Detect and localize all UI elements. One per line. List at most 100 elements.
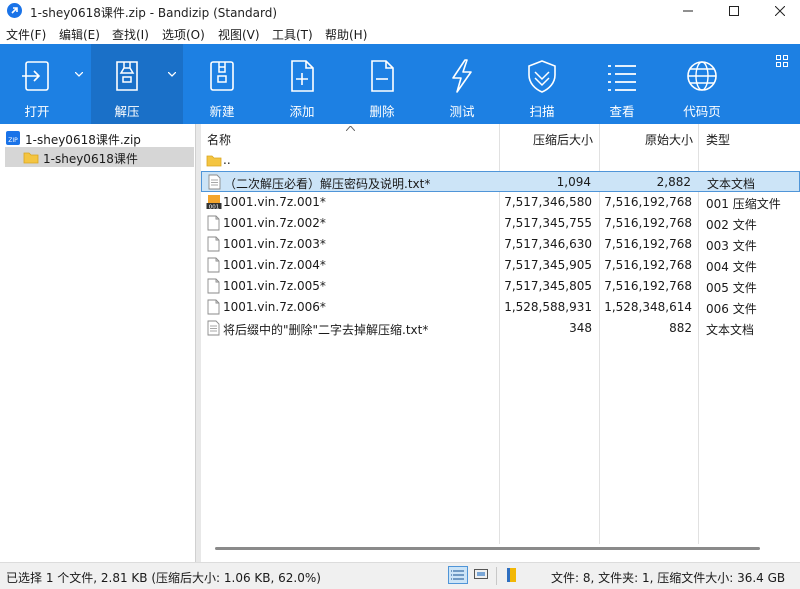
toolbar-extract-button[interactable]: 解压 <box>91 44 163 124</box>
text-file-icon <box>207 320 220 336</box>
delete-file-icon <box>371 60 394 92</box>
horizontal-scrollbar[interactable] <box>215 547 760 550</box>
folder-icon <box>206 155 222 167</box>
file-name: 1001.vin.7z.002* <box>223 216 326 230</box>
list-row[interactable]: 001 1001.vin.7z.001* 7,517,346,580 7,516,19… <box>201 192 800 213</box>
sort-ascending-icon <box>346 126 355 131</box>
book-icon <box>507 568 516 582</box>
layout-grid-icon[interactable] <box>776 55 788 67</box>
folder-tree: ZIP 1-shey0618课件.zip 1-shey0618课件 <box>0 124 195 562</box>
file-name: 1001.vin.7z.004* <box>223 258 326 272</box>
details-view-button[interactable] <box>448 566 468 584</box>
toolbar-add-button[interactable]: 添加 <box>264 44 340 124</box>
list-row[interactable]: 1001.vin.7z.002* 7,517,345,755 7,516,192,7… <box>201 213 800 234</box>
maximize-icon <box>729 6 739 16</box>
toolbar-scan-label: 扫描 <box>529 104 555 119</box>
chevron-down-icon[interactable] <box>168 72 176 78</box>
toolbar-open-label: 打开 <box>24 104 50 119</box>
folder-icon <box>23 152 39 164</box>
window-title: 1-shey0618课件.zip - Bandizip (Standard) <box>30 6 278 20</box>
toolbar-add-label: 添加 <box>289 104 315 119</box>
close-button[interactable] <box>757 0 800 22</box>
menu-find[interactable]: 查找(I) <box>112 26 149 43</box>
toolbar-test-label: 测试 <box>449 104 475 119</box>
chevron-down-icon[interactable] <box>75 72 83 78</box>
file-list: 名称 压缩后大小 原始大小 类型 .. （二次解压必看）解压密码及说明.txt*… <box>201 124 800 562</box>
toolbar-delete-button[interactable]: 删除 <box>344 44 420 124</box>
text-file-icon <box>208 174 221 190</box>
list-row[interactable]: （二次解压必看）解压密码及说明.txt* 1,094 2,882 文本文档 <box>201 171 800 192</box>
file-packed-size: 7,517,345,755 <box>504 216 592 230</box>
file-original-size: 2,882 <box>656 175 691 189</box>
file-original-size: 7,516,192,768 <box>604 279 692 293</box>
preview-view-button[interactable] <box>472 566 492 584</box>
toolbar-view-label: 查看 <box>609 104 635 119</box>
toolbar-test-button[interactable]: 测试 <box>424 44 500 124</box>
list-row[interactable]: 1001.vin.7z.003* 7,517,346,630 7,516,192,7… <box>201 234 800 255</box>
tree-node-folder[interactable]: 1-shey0618课件 <box>5 147 194 167</box>
file-original-size: 7,516,192,768 <box>604 216 692 230</box>
file-icon <box>207 236 220 252</box>
scan-shield-icon <box>528 60 556 93</box>
selection-status-text: 已选择 1 个文件, 2.81 KB (压缩后大小: 1.06 KB, 62.0… <box>6 571 321 585</box>
file-type: 002 文件 <box>706 218 757 232</box>
list-row[interactable]: 1001.vin.7z.004* 7,517,345,905 7,516,192,7… <box>201 255 800 276</box>
file-type: 001 压缩文件 <box>706 197 781 211</box>
file-name: 1001.vin.7z.001* <box>223 195 326 209</box>
toolbar-new-label: 新建 <box>209 104 235 119</box>
tree-node-archive-label: 1-shey0618课件.zip <box>25 133 141 147</box>
file-packed-size: 7,517,345,805 <box>504 279 592 293</box>
minimize-icon <box>683 10 693 12</box>
maximize-button[interactable] <box>711 0 757 22</box>
toolbar: 打开 解压 新建 添加 删除 测试 扫描 查看 代码页 <box>0 44 800 124</box>
column-header-name[interactable]: 名称 <box>207 131 231 148</box>
status-separator <box>496 567 497 585</box>
svg-text:ZIP: ZIP <box>8 137 18 144</box>
menu-bar: 文件(F) 编辑(E) 查找(I) 选项(O) 视图(V) 工具(T) 帮助(H… <box>0 22 800 44</box>
bandizip-window: 1-shey0618课件.zip - Bandizip (Standard) 文… <box>0 0 800 589</box>
menu-options[interactable]: 选项(O) <box>162 26 205 43</box>
menu-edit[interactable]: 编辑(E) <box>59 26 100 43</box>
file-packed-size: 7,517,345,905 <box>504 258 592 272</box>
file-type: 003 文件 <box>706 239 757 253</box>
file-original-size: 7,516,192,768 <box>604 195 692 209</box>
menu-help[interactable]: 帮助(H) <box>325 26 367 43</box>
menu-file[interactable]: 文件(F) <box>6 26 46 43</box>
title-bar[interactable]: 1-shey0618课件.zip - Bandizip (Standard) <box>0 0 800 22</box>
menu-view[interactable]: 视图(V) <box>218 26 260 43</box>
toolbar-open-button[interactable]: 打开 <box>0 44 74 124</box>
file-packed-size: 1,094 <box>556 175 591 189</box>
bandizip-app-icon <box>7 3 22 18</box>
file-type: 005 文件 <box>706 281 757 295</box>
toolbar-delete-label: 删除 <box>369 104 395 119</box>
tree-node-folder-label: 1-shey0618课件 <box>43 152 138 166</box>
file-type: 文本文档 <box>706 323 755 337</box>
preview-view-icon <box>474 569 488 579</box>
toolbar-scan-button[interactable]: 扫描 <box>504 44 580 124</box>
column-header-packed-size[interactable]: 压缩后大小 <box>533 131 593 148</box>
toolbar-new-button[interactable]: 新建 <box>184 44 260 124</box>
column-header-original-size[interactable]: 原始大小 <box>645 131 693 148</box>
extract-icon <box>116 61 138 91</box>
toolbar-view-button[interactable]: 查看 <box>584 44 660 124</box>
list-row[interactable]: 将后缀中的"删除"二字去掉解压缩.txt* 348 882 文本文档 <box>201 318 800 339</box>
file-original-size: 1,528,348,614 <box>604 300 692 314</box>
list-row[interactable]: 1001.vin.7z.005* 7,517,345,805 7,516,192,7… <box>201 276 800 297</box>
status-bar: 已选择 1 个文件, 2.81 KB (压缩后大小: 1.06 KB, 62.0… <box>0 562 800 589</box>
close-icon <box>775 6 785 16</box>
details-view-icon <box>451 570 464 580</box>
test-lightning-icon <box>452 59 472 93</box>
toolbar-codepage-label: 代码页 <box>683 104 721 119</box>
file-icon <box>207 215 220 231</box>
list-row-parent-folder[interactable]: .. <box>201 150 800 171</box>
toolbar-codepage-button[interactable]: 代码页 <box>664 44 740 124</box>
minimize-button[interactable] <box>665 0 711 22</box>
add-file-icon <box>291 60 314 92</box>
list-row[interactable]: 1001.vin.7z.006* 1,528,588,931 1,528,348,6… <box>201 297 800 318</box>
archive-info-button[interactable] <box>503 566 523 584</box>
file-packed-size: 348 <box>569 321 592 335</box>
column-header-type[interactable]: 类型 <box>706 131 730 148</box>
menu-tools[interactable]: 工具(T) <box>272 26 313 43</box>
toolbar-extract-label: 解压 <box>114 104 140 119</box>
file-packed-size: 7,517,346,580 <box>504 195 592 209</box>
